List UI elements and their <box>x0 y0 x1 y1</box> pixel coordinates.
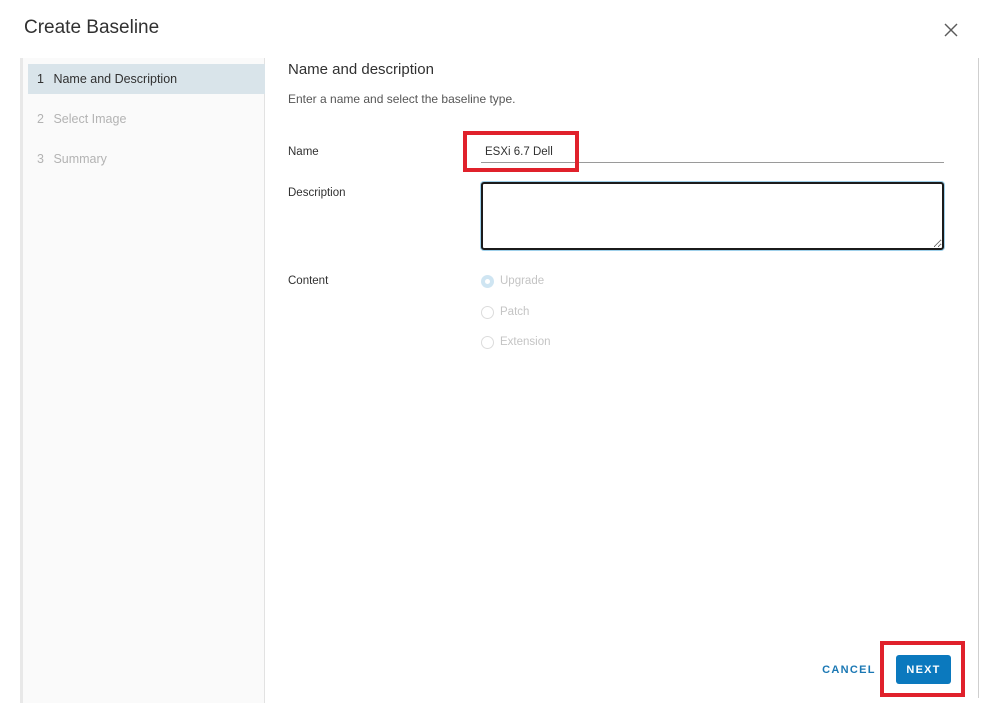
name-label: Name <box>288 146 319 158</box>
content-option-extension[interactable]: Extension <box>481 334 551 350</box>
content-option-upgrade[interactable]: Upgrade <box>481 273 544 289</box>
wizard-step-name-and-description[interactable]: 1 Name and Description <box>28 64 265 94</box>
content-label: Content <box>288 275 329 287</box>
create-baseline-dialog: Create Baseline 1 Name and Description 2… <box>0 0 981 705</box>
wizard-step-select-image[interactable]: 2 Select Image <box>28 104 265 134</box>
wizard-steps-sidebar: 1 Name and Description 2 Select Image 3 … <box>20 58 265 703</box>
dialog-title: Create Baseline <box>24 17 160 38</box>
wizard-step-summary[interactable]: 3 Summary <box>28 144 265 174</box>
content-option-patch[interactable]: Patch <box>481 304 529 320</box>
radio-checked-icon[interactable] <box>481 274 494 288</box>
option-label: Upgrade <box>500 275 545 287</box>
step-number: 1 <box>37 72 44 86</box>
description-textarea[interactable] <box>481 182 944 250</box>
name-input[interactable] <box>481 141 944 163</box>
step-label: Summary <box>53 152 107 166</box>
close-button[interactable] <box>940 19 962 41</box>
next-button[interactable]: NEXT <box>896 655 951 684</box>
step-number: 2 <box>37 112 44 126</box>
radio-icon[interactable] <box>481 305 494 319</box>
option-label: Patch <box>500 306 530 318</box>
section-subtitle: Enter a name and select the baseline typ… <box>288 92 516 106</box>
description-label: Description <box>288 187 346 199</box>
step-label: Select Image <box>53 112 127 126</box>
step-label: Name and Description <box>53 72 178 86</box>
option-label: Extension <box>500 336 551 348</box>
step-number: 3 <box>37 152 44 166</box>
section-title: Name and description <box>288 61 434 78</box>
close-icon <box>944 23 958 37</box>
radio-icon[interactable] <box>481 335 494 349</box>
dialog-edge <box>978 58 979 698</box>
cancel-button[interactable]: CANCEL <box>818 658 880 682</box>
